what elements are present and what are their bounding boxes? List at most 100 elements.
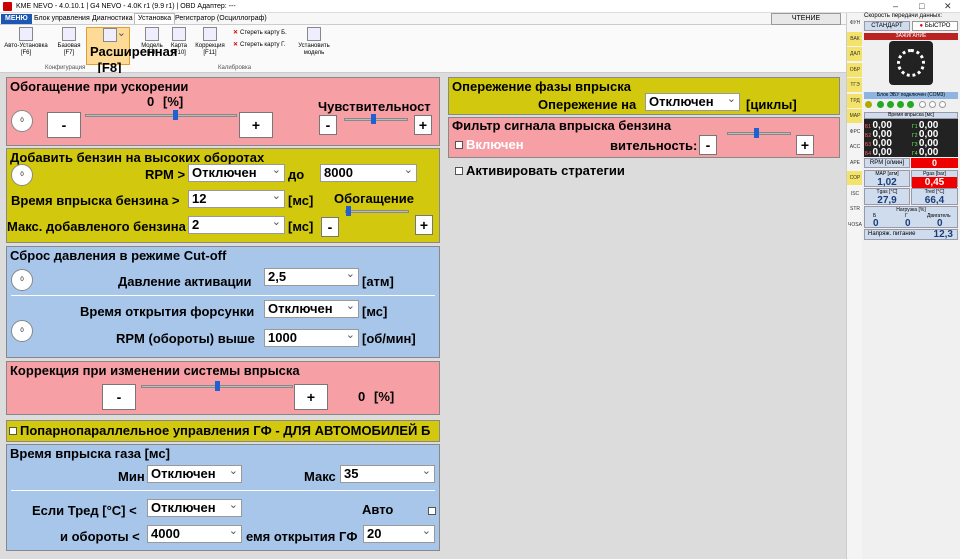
accel-minus-button[interactable]: -: [47, 112, 81, 138]
rpm-less-select[interactable]: 4000: [147, 523, 242, 543]
read-button[interactable]: ЧТЕНИЕ: [771, 13, 841, 25]
auto-label: Авто: [362, 502, 394, 517]
menu-recorder[interactable]: Регистратор (Осциллограф): [172, 14, 270, 24]
map-button[interactable]: Карта [F10]: [168, 27, 190, 57]
led-icon: [907, 101, 914, 108]
vtab-5[interactable]: ТРД: [847, 93, 863, 108]
correction-button[interactable]: Коррекция [F11]: [193, 27, 227, 57]
menu-ecu[interactable]: Блок управления: [31, 14, 93, 24]
strategies-checkbox[interactable]: [455, 167, 463, 175]
enrich-slider[interactable]: [345, 206, 409, 216]
checkered-flag-icon: [19, 27, 33, 41]
auto-checkbox[interactable]: [428, 507, 436, 515]
menu-setup[interactable]: Установка: [134, 13, 176, 24]
rpm-above-select[interactable]: 1000: [264, 327, 359, 347]
min-select[interactable]: Отключен: [147, 463, 242, 483]
menu-file[interactable]: МЕНЮ: [1, 14, 32, 24]
close-icon[interactable]: ✕: [944, 0, 952, 12]
vtab-3[interactable]: ОБР: [847, 62, 863, 77]
correction-slider[interactable]: [141, 381, 293, 391]
extended-button[interactable]: Расширенная [F8]: [86, 25, 177, 75]
slider-thumb[interactable]: [371, 114, 376, 124]
tgas-box: Tgas [°C] 27,9: [864, 188, 910, 206]
strategies-label: Активировать стратегии: [466, 163, 625, 178]
title-bar: KME NEVO - 4.0.10.1 | G4 NEVO - 4.0K r1 …: [0, 0, 960, 13]
filter-enabled-checkbox[interactable]: [455, 141, 463, 149]
vtab-11[interactable]: ISC: [847, 187, 863, 201]
sens-slider[interactable]: [344, 114, 408, 124]
enrich-minus-button[interactable]: -: [321, 217, 339, 237]
activation-pressure-select[interactable]: 2,5: [264, 266, 359, 286]
map-value: 1,02: [877, 177, 897, 188]
to-select[interactable]: 8000: [320, 162, 417, 182]
fast-button[interactable]: ● БЫСТРО: [912, 21, 958, 31]
correction-minus-button[interactable]: -: [102, 384, 136, 410]
correction-plus-button[interactable]: +: [294, 384, 328, 410]
gf-open-select[interactable]: 20: [363, 523, 435, 543]
vtab-6[interactable]: МАР: [847, 109, 863, 123]
sens-minus-button[interactable]: -: [319, 115, 337, 135]
vtab-10[interactable]: СОР: [847, 171, 863, 185]
injector-open-select[interactable]: Отключен: [264, 298, 359, 318]
led-icon: [929, 101, 936, 108]
erase-map-g-button[interactable]: ✕ Стереть карту Г.: [233, 41, 285, 49]
pgas-value: 0,45: [912, 177, 957, 188]
inj-time-label: Время впрыска бензина >: [11, 193, 180, 208]
tred-value: 66,4: [924, 195, 945, 206]
temp-select[interactable]: Отключен: [147, 497, 242, 517]
vtab-0[interactable]: ФУН: [847, 16, 863, 30]
basic-button[interactable]: Базовая [F7]: [54, 27, 84, 57]
erase-map-b-button[interactable]: ✕ Стереть карту Б.: [233, 29, 287, 37]
vtab-9[interactable]: АРЕ: [847, 156, 863, 170]
gas-time-panel: Время впрыска газа [мс] Мин Отключен Мак…: [6, 444, 440, 551]
cutoff-title: Сброс давления в режиме Cut-off: [10, 248, 227, 263]
filter-plus-button[interactable]: +: [796, 135, 814, 155]
max-added-select[interactable]: 2: [188, 214, 285, 234]
enrich-plus-button[interactable]: +: [415, 215, 433, 235]
app-icon: [3, 2, 12, 11]
filter-slider[interactable]: [727, 128, 791, 138]
model-button[interactable]: Модель [F9]: [138, 27, 166, 57]
auto-setup-button[interactable]: Авто-Установка [F6]: [4, 27, 48, 57]
vtab-1[interactable]: ВАК: [847, 31, 863, 46]
vtab-7[interactable]: ФРС: [847, 125, 863, 139]
slider-thumb[interactable]: [173, 110, 178, 120]
vtab-4[interactable]: ТГЭ: [847, 78, 863, 92]
vtab-2[interactable]: ДАЛ: [847, 47, 863, 61]
inj-time-select[interactable]: 12: [188, 188, 285, 208]
filter-minus-button[interactable]: -: [699, 135, 717, 155]
install-model-button[interactable]: Установить модель: [297, 27, 331, 57]
activation-pressure-label: Давление активации: [118, 274, 252, 289]
install-model-icon: [307, 27, 321, 41]
enrich-label: Обогащение: [334, 191, 414, 206]
slider-thumb[interactable]: [346, 206, 351, 216]
slider-thumb[interactable]: [215, 381, 220, 391]
parallel-panel: Попарнопараллельное управления ГФ - ДЛЯ …: [6, 420, 440, 442]
vtab-8[interactable]: АСС: [847, 140, 863, 154]
sens-plus-button[interactable]: +: [414, 115, 432, 135]
led-icon: [919, 101, 926, 108]
gas-time-title: Время впрыска газа [мс]: [10, 446, 170, 461]
parallel-checkbox[interactable]: [9, 427, 17, 435]
correction-panel: Коррекция при изменении системы впрыска …: [6, 361, 440, 415]
slider-thumb[interactable]: [754, 128, 759, 138]
cutoff-indicator-1: 0: [11, 269, 33, 291]
accel-plus-button[interactable]: +: [239, 112, 273, 138]
correction-icon: [203, 27, 217, 41]
led-icon: [887, 101, 894, 108]
led-icon: [877, 101, 884, 108]
led-icon: [865, 101, 872, 108]
menu-diagnostics[interactable]: Диагностика: [89, 14, 136, 24]
high-rpm-panel: Добавить бензин на высоких оборотах 0 RP…: [6, 148, 440, 243]
phase-select[interactable]: Отключен: [645, 91, 740, 111]
rpm-select[interactable]: Отключен: [188, 162, 285, 182]
gf-open-label: емя открытия ГФ: [246, 529, 358, 544]
inj-time-header: Время впрыска [мс]: [864, 112, 958, 119]
accel-slider[interactable]: [85, 110, 237, 120]
max-select[interactable]: 35: [340, 463, 435, 483]
minimize-icon[interactable]: –: [893, 0, 898, 12]
vtab-13[interactable]: ЧОSA: [847, 218, 863, 232]
vtab-12[interactable]: STR: [847, 202, 863, 216]
maximize-icon[interactable]: □: [919, 0, 924, 12]
standard-button[interactable]: СТАНДАРТ: [864, 21, 910, 31]
